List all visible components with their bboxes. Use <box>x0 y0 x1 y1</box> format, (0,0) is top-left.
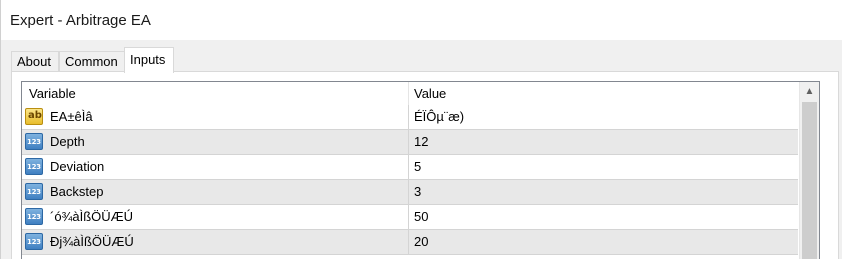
variable-name: EA±êÌâ <box>50 109 93 124</box>
cell-divider <box>408 105 409 129</box>
variable-value[interactable]: 50 <box>414 205 428 229</box>
scroll-up-arrow-icon[interactable]: ▲ <box>800 82 819 102</box>
tab-about[interactable]: About <box>11 51 59 71</box>
variable-value[interactable]: 20 <box>414 230 428 254</box>
icon-label: 123 <box>27 213 41 221</box>
table-row[interactable]: 123 Backstep 3 <box>22 180 798 205</box>
vertical-scrollbar[interactable]: ▲ <box>799 82 819 259</box>
table-row[interactable]: 123 Deviation 5 <box>22 155 798 180</box>
window-left-border <box>0 0 1 259</box>
variable-name: Deviation <box>50 159 105 174</box>
inputs-grid: Variable Value ab EA±êÌâ ÉÏÔµ¨æ) 123 Dep… <box>21 81 820 259</box>
table-row[interactable]: ab EA±êÌâ ÉÏÔµ¨æ) <box>22 105 798 130</box>
integer-type-icon: 123 <box>25 233 43 250</box>
variable-name: Ðj¾àÌßÖÜÆÚ <box>50 234 134 249</box>
string-type-icon: ab <box>25 108 43 125</box>
variable-name: Depth <box>50 134 85 149</box>
scroll-thumb[interactable] <box>802 102 817 259</box>
table-row[interactable]: 123 Depth 12 <box>22 130 798 155</box>
icon-label: 123 <box>27 238 41 246</box>
cell-divider <box>408 230 409 254</box>
table-row[interactable]: 123 Ðj¾àÌßÖÜÆÚ 20 <box>22 230 798 255</box>
icon-label: 123 <box>27 138 41 146</box>
tab-common[interactable]: Common <box>59 51 125 71</box>
integer-type-icon: 123 <box>25 208 43 225</box>
window-titlebar: Expert - Arbitrage EA <box>0 0 842 41</box>
icon-label: 123 <box>27 188 41 196</box>
variable-name: Backstep <box>50 184 104 199</box>
grid-rows: ab EA±êÌâ ÉÏÔµ¨æ) 123 Depth 12 123 Devia… <box>22 105 798 255</box>
icon-label: ab <box>28 110 42 121</box>
variable-value[interactable]: 3 <box>414 180 421 204</box>
cell-divider <box>408 205 409 229</box>
integer-type-icon: 123 <box>25 158 43 175</box>
cell-divider <box>408 130 409 154</box>
table-row[interactable]: 123 ´ó¾àÌßÖÜÆÚ 50 <box>22 205 798 230</box>
window-title: Expert - Arbitrage EA <box>10 12 151 29</box>
column-header-value[interactable]: Value <box>414 82 446 105</box>
integer-type-icon: 123 <box>25 183 43 200</box>
column-divider[interactable] <box>408 82 409 105</box>
tab-inputs[interactable]: Inputs <box>124 47 174 73</box>
integer-type-icon: 123 <box>25 133 43 150</box>
cell-divider <box>408 180 409 204</box>
variable-value[interactable]: 5 <box>414 155 421 179</box>
variable-value[interactable]: 12 <box>414 130 428 154</box>
variable-value[interactable]: ÉÏÔµ¨æ) <box>414 105 464 129</box>
column-header-variable[interactable]: Variable <box>29 82 76 105</box>
cell-divider <box>408 155 409 179</box>
icon-label: 123 <box>27 163 41 171</box>
variable-name: ´ó¾àÌßÖÜÆÚ <box>50 209 134 224</box>
grid-header: Variable Value <box>22 82 798 105</box>
